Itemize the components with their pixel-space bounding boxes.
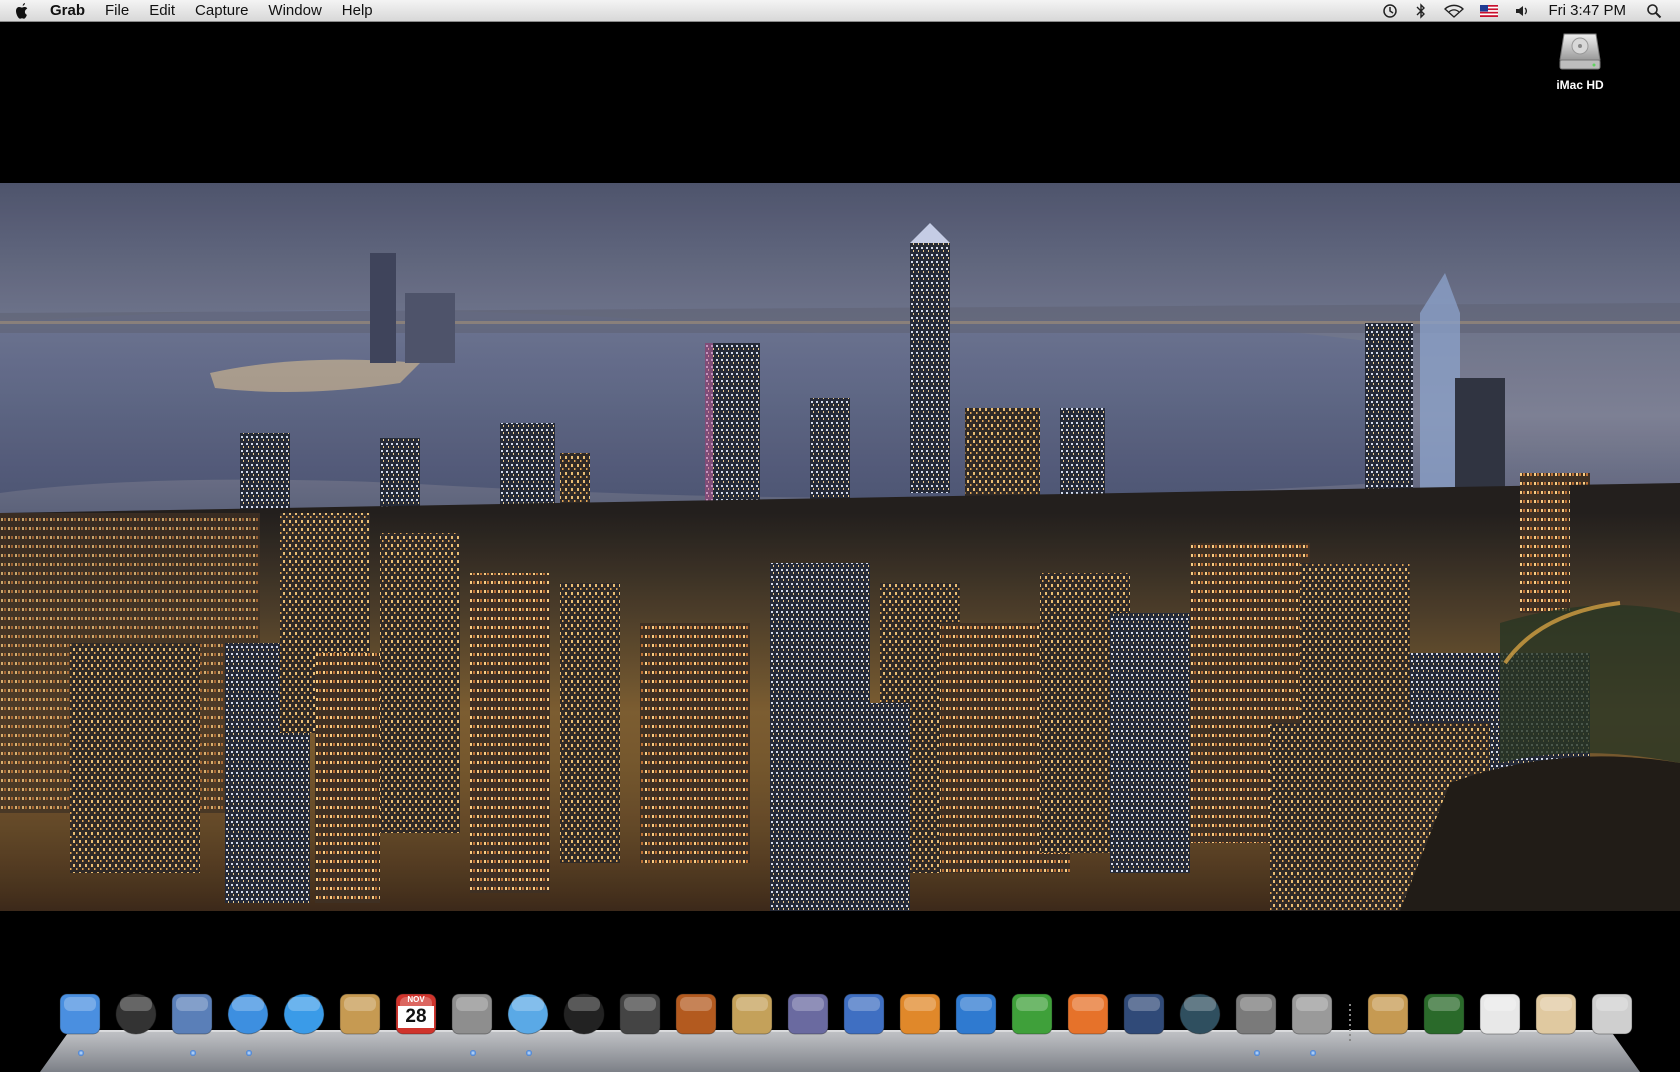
- hong-kong-skyline-image: [0, 183, 1680, 911]
- spaces-icon[interactable]: [1116, 986, 1172, 1042]
- us-flag-input-icon[interactable]: [1472, 0, 1506, 22]
- ical-date-label: 28: [398, 1006, 434, 1028]
- volume-icon[interactable]: [1506, 0, 1538, 22]
- pdf-stack-icon[interactable]: [1528, 986, 1584, 1042]
- imovie-icon[interactable]: [612, 986, 668, 1042]
- spotlight-search-icon[interactable]: [1638, 0, 1670, 22]
- running-indicator: [526, 1050, 532, 1056]
- hard-drive-icon: [1559, 33, 1601, 70]
- trash-icon[interactable]: [1584, 986, 1640, 1042]
- menu-capture[interactable]: Capture: [185, 0, 258, 22]
- menu-help[interactable]: Help: [332, 0, 383, 22]
- menu-bar-extras: Fri 3:47 PM: [1374, 0, 1680, 21]
- apple-menu-icon[interactable]: [0, 0, 44, 22]
- time-machine-icon[interactable]: [1172, 986, 1228, 1042]
- app-menu-grab[interactable]: Grab: [44, 0, 95, 22]
- desktop-wallpaper: [0, 183, 1680, 911]
- dock-separator[interactable]: [1340, 986, 1360, 1044]
- menu-bar-left: Grab File Edit Capture Window Help: [0, 0, 383, 21]
- photo-booth-icon[interactable]: [556, 986, 612, 1042]
- pdf-document-icon[interactable]: [1472, 986, 1528, 1042]
- excel-icon[interactable]: [1004, 986, 1060, 1042]
- word-icon[interactable]: [948, 986, 1004, 1042]
- ical-icon[interactable]: NOV 28: [388, 986, 444, 1042]
- menu-window[interactable]: Window: [258, 0, 331, 22]
- preview-icon[interactable]: [444, 986, 500, 1056]
- mail-icon[interactable]: [164, 986, 220, 1056]
- running-indicator: [1254, 1050, 1260, 1056]
- running-indicator: [470, 1050, 476, 1056]
- grab-scissors-icon[interactable]: [1284, 986, 1340, 1056]
- itunes-icon[interactable]: [500, 986, 556, 1056]
- running-indicator: [246, 1050, 252, 1056]
- powerpoint-icon[interactable]: [1060, 986, 1116, 1042]
- address-book-doc-icon[interactable]: [1360, 986, 1416, 1042]
- iphoto-icon[interactable]: [724, 986, 780, 1042]
- running-indicator: [190, 1050, 196, 1056]
- garageband-icon[interactable]: [668, 986, 724, 1042]
- menu-clock[interactable]: Fri 3:47 PM: [1538, 0, 1638, 22]
- ical-month-label: NOV: [407, 995, 425, 1004]
- dashboard-icon[interactable]: [108, 986, 164, 1042]
- menu-file[interactable]: File: [95, 0, 139, 22]
- time-machine-icon[interactable]: [1374, 0, 1406, 22]
- running-indicator: [78, 1050, 84, 1056]
- keynote-icon[interactable]: [892, 986, 948, 1042]
- bluetooth-icon[interactable]: [1406, 0, 1436, 22]
- menu-bar: Grab File Edit Capture Window Help Fri 3…: [0, 0, 1680, 22]
- dock-icons: NOV 28: [52, 982, 1640, 1056]
- wifi-icon[interactable]: [1436, 0, 1472, 22]
- drive-label: iMac HD: [1556, 78, 1604, 92]
- desktop: iMac HD NOV 28: [0, 22, 1680, 1072]
- safari-icon[interactable]: [220, 986, 276, 1056]
- system-preferences-icon[interactable]: [1228, 986, 1284, 1056]
- ichat-icon[interactable]: [276, 986, 332, 1042]
- activity-monitor-icon[interactable]: [1416, 986, 1472, 1042]
- finder-icon[interactable]: [52, 986, 108, 1056]
- script-editor-icon[interactable]: [780, 986, 836, 1042]
- running-indicator: [1310, 1050, 1316, 1056]
- dock: NOV 28: [40, 982, 1640, 1072]
- menu-edit[interactable]: Edit: [139, 0, 185, 22]
- desktop-drive-imac-hd[interactable]: iMac HD: [1520, 30, 1640, 92]
- keynote-numbers-icon[interactable]: [836, 986, 892, 1042]
- address-book-icon[interactable]: [332, 986, 388, 1042]
